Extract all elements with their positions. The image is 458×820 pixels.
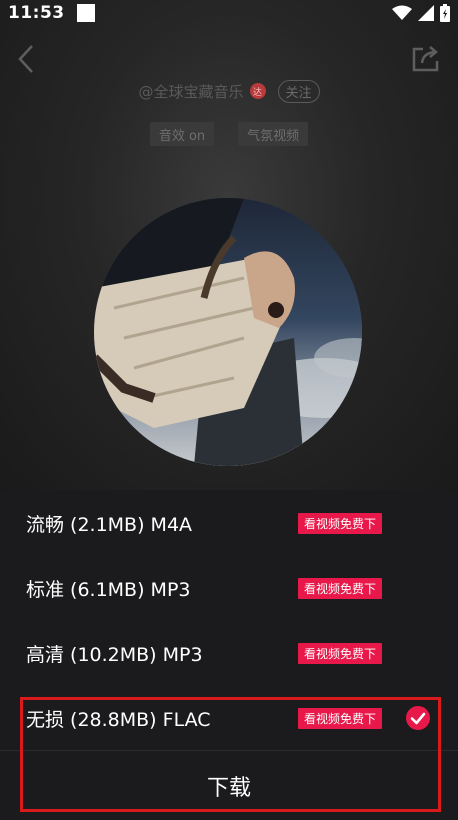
- quality-option-lossless[interactable]: 无损 (28.8MB) FLAC 看视频免费下: [0, 685, 458, 751]
- quality-option-label: 标准 (6.1MB) MP3: [26, 578, 191, 601]
- check-circle-icon: [406, 706, 430, 730]
- quality-option-standard[interactable]: 标准 (6.1MB) MP3 看视频免费下: [0, 555, 458, 621]
- quality-option-label: 高清 (10.2MB) MP3: [26, 643, 203, 666]
- quality-option-label: 流畅 (2.1MB) M4A: [26, 513, 193, 536]
- follow-button[interactable]: 关注: [277, 79, 320, 103]
- status-icons: [392, 4, 450, 22]
- sheet-divider: [0, 750, 458, 751]
- album-artwork-image: [94, 198, 362, 466]
- quality-option-smooth[interactable]: 流畅 (2.1MB) M4A 看视频免费下: [0, 490, 458, 556]
- artist-row: @全球宝藏音乐 达 关注: [0, 78, 458, 104]
- share-button[interactable]: [410, 42, 442, 74]
- wifi-icon: [392, 5, 412, 20]
- album-cover: [94, 198, 362, 466]
- chevron-left-icon: [18, 45, 33, 73]
- effect-tags: 音效 on 气氛视频: [0, 122, 458, 146]
- download-button[interactable]: 下载: [0, 752, 458, 820]
- signal-icon: [418, 5, 434, 21]
- watch-video-free-badge[interactable]: 看视频免费下: [298, 642, 383, 664]
- back-button[interactable]: [12, 42, 40, 76]
- quality-option-hd[interactable]: 高清 (10.2MB) MP3 看视频免费下: [0, 620, 458, 686]
- battery-icon: [440, 4, 450, 22]
- status-bar: 11:53: [0, 0, 458, 26]
- status-time: 11:53: [8, 3, 65, 23]
- notification-icon: [76, 4, 95, 22]
- top-nav: [0, 38, 458, 78]
- watch-video-free-badge[interactable]: 看视频免费下: [298, 707, 383, 729]
- ambience-video-tag[interactable]: 气氛视频: [238, 122, 309, 146]
- watch-video-free-badge[interactable]: 看视频免费下: [298, 577, 383, 599]
- quality-option-label: 无损 (28.8MB) FLAC: [26, 708, 211, 731]
- sound-effect-tag[interactable]: 音效 on: [149, 122, 215, 146]
- watch-video-free-badge[interactable]: 看视频免费下: [298, 512, 383, 534]
- verified-badge: 达: [249, 83, 266, 99]
- artist-name[interactable]: @全球宝藏音乐: [138, 81, 243, 102]
- share-icon: [412, 46, 439, 72]
